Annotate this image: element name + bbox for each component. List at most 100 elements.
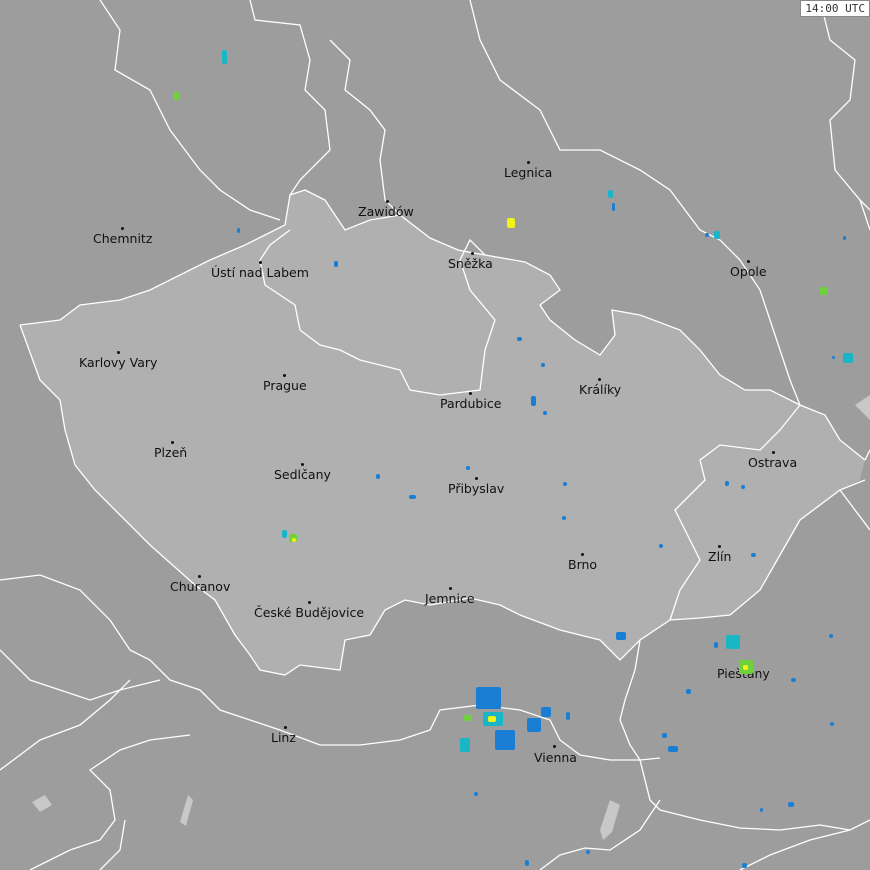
city-dot bbox=[301, 463, 304, 466]
lake-small-3 bbox=[855, 395, 870, 420]
city-dot bbox=[171, 441, 174, 444]
city-label: Chemnitz bbox=[93, 231, 153, 246]
city-dot bbox=[718, 545, 721, 548]
radar-echo bbox=[843, 353, 853, 363]
radar-echo bbox=[543, 411, 547, 415]
radar-echo bbox=[464, 715, 472, 721]
city-dot bbox=[449, 587, 452, 590]
city-dot bbox=[527, 161, 530, 164]
radar-echo bbox=[608, 190, 613, 198]
city-label: Prague bbox=[263, 378, 307, 393]
city-dot bbox=[117, 351, 120, 354]
radar-echo bbox=[376, 474, 380, 479]
city-label: Zawidów bbox=[358, 204, 414, 219]
radar-echo bbox=[760, 808, 763, 812]
city-dot bbox=[259, 261, 262, 264]
radar-echo bbox=[541, 363, 545, 367]
radar-echo bbox=[741, 485, 745, 489]
radar-echo bbox=[525, 860, 529, 866]
city-label: Pardubice bbox=[440, 396, 502, 411]
radar-echo bbox=[282, 530, 287, 538]
map-base bbox=[0, 0, 870, 870]
city-dot bbox=[747, 260, 750, 263]
lake-small-1 bbox=[180, 795, 193, 826]
city-dot bbox=[475, 477, 478, 480]
radar-echo bbox=[531, 396, 536, 406]
radar-echo bbox=[237, 228, 240, 233]
city-label: Vienna bbox=[534, 750, 577, 765]
city-dot bbox=[772, 451, 775, 454]
radar-echo bbox=[830, 722, 834, 726]
city-label: Sedlčany bbox=[274, 467, 331, 482]
radar-echo bbox=[725, 481, 729, 486]
radar-echo bbox=[788, 802, 794, 807]
city-label: Karlovy Vary bbox=[79, 355, 158, 370]
lake-balaton-shape bbox=[600, 800, 620, 840]
radar-echo bbox=[705, 233, 709, 237]
radar-echo bbox=[791, 678, 796, 682]
city-dot bbox=[553, 745, 556, 748]
radar-echo bbox=[662, 733, 667, 738]
radar-echo bbox=[843, 236, 846, 240]
radar-map[interactable]: Legnica Zawidów Chemnitz Ústí nad Labem … bbox=[0, 0, 870, 870]
city-label: Opole bbox=[730, 264, 767, 279]
radar-echo bbox=[820, 287, 828, 295]
radar-echo bbox=[541, 707, 551, 717]
city-label: Přibyslav bbox=[448, 481, 505, 496]
radar-echo bbox=[507, 218, 515, 228]
city-label: Brno bbox=[568, 557, 598, 572]
city-dot bbox=[386, 200, 389, 203]
radar-echo bbox=[488, 716, 496, 722]
radar-echo bbox=[517, 337, 522, 341]
radar-echo bbox=[527, 718, 541, 732]
city-label: Zlín bbox=[708, 549, 732, 564]
city-label: Jemnice bbox=[425, 591, 475, 606]
city-dot bbox=[598, 378, 601, 381]
radar-echo bbox=[174, 92, 180, 100]
radar-echo bbox=[714, 231, 720, 239]
radar-echo bbox=[714, 642, 718, 648]
city-dot bbox=[581, 553, 584, 556]
radar-echo bbox=[751, 553, 756, 557]
radar-echo bbox=[829, 634, 833, 638]
city-dot bbox=[121, 227, 124, 230]
city-label: Ostrava bbox=[748, 455, 798, 470]
radar-echo bbox=[726, 635, 740, 649]
city-dot bbox=[283, 374, 286, 377]
lake-small-2 bbox=[32, 795, 52, 812]
radar-echo bbox=[686, 689, 691, 694]
city-dot bbox=[308, 601, 311, 604]
radar-echo bbox=[616, 632, 626, 640]
radar-echo bbox=[466, 466, 470, 470]
radar-echo bbox=[222, 50, 227, 64]
city-dot bbox=[198, 575, 201, 578]
city-label: Ústí nad Labem bbox=[211, 265, 309, 280]
city-label: Plzeň bbox=[154, 445, 188, 460]
radar-echo bbox=[563, 482, 567, 486]
radar-echo bbox=[495, 730, 515, 750]
city-label: Sněžka bbox=[448, 256, 493, 271]
city-label: České Budějovice bbox=[254, 605, 365, 620]
radar-echo bbox=[668, 746, 678, 752]
city-dot bbox=[471, 252, 474, 255]
city-label: Churanov bbox=[170, 579, 231, 594]
radar-echo bbox=[409, 495, 416, 499]
city-label: Linz bbox=[271, 730, 296, 745]
city-dot bbox=[469, 392, 472, 395]
city-dot bbox=[284, 726, 287, 729]
radar-echo bbox=[292, 538, 296, 542]
radar-echo bbox=[334, 261, 338, 267]
city-label: Králíky bbox=[579, 382, 622, 397]
radar-echo bbox=[832, 356, 835, 359]
city-label: Legnica bbox=[504, 165, 553, 180]
radar-echo bbox=[586, 850, 590, 854]
radar-echo bbox=[659, 544, 663, 548]
radar-echo bbox=[460, 738, 470, 752]
radar-echo bbox=[562, 516, 566, 520]
radar-echo bbox=[743, 665, 748, 670]
radar-echo bbox=[612, 203, 615, 211]
radar-echo bbox=[476, 687, 501, 709]
radar-echo bbox=[742, 863, 747, 868]
radar-echo bbox=[474, 792, 478, 796]
timestamp-badge: 14:00 UTC bbox=[800, 0, 870, 17]
